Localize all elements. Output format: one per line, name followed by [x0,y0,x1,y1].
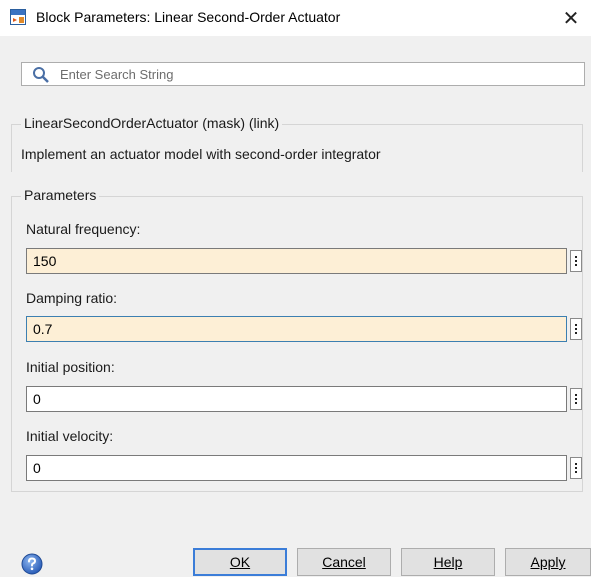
help-button[interactable]: Help [401,548,495,576]
initial-position-label: Initial position: [26,359,115,375]
help-button-label: Help [433,554,463,570]
window-title: Block Parameters: Linear Second-Order Ac… [36,9,341,25]
initial-position-menu-button[interactable] [570,388,582,410]
ok-button-label: OK [229,554,251,570]
cancel-button-label: Cancel [322,554,366,570]
search-box [21,62,585,86]
mask-header: LinearSecondOrderActuator (mask) (link) [21,115,283,131]
damping-ratio-field[interactable] [26,316,567,342]
simulink-block-icon [10,9,26,25]
initial-velocity-menu-button[interactable] [570,457,582,479]
apply-button[interactable]: Apply [505,548,591,576]
initial-position-field[interactable] [26,386,567,412]
ok-button[interactable]: OK [193,548,287,576]
title-bar: Block Parameters: Linear Second-Order Ac… [0,0,591,36]
help-circle-icon[interactable] [21,553,43,575]
search-icon [33,67,49,83]
natural-frequency-menu-button[interactable] [570,250,582,272]
apply-button-label: Apply [530,554,566,570]
cancel-button[interactable]: Cancel [297,548,391,576]
parameters-group [11,196,583,492]
initial-velocity-label: Initial velocity: [26,428,114,444]
natural-frequency-field[interactable] [26,248,567,274]
search-input[interactable] [60,65,560,83]
damping-ratio-menu-button[interactable] [570,318,582,340]
close-button[interactable]: ✕ [551,0,591,36]
initial-velocity-field[interactable] [26,455,567,481]
close-icon: ✕ [562,7,580,30]
natural-frequency-label: Natural frequency: [26,221,141,237]
mask-description: Implement an actuator model with second-… [21,146,381,162]
parameters-group-label: Parameters [21,187,100,203]
damping-ratio-label: Damping ratio: [26,290,118,306]
